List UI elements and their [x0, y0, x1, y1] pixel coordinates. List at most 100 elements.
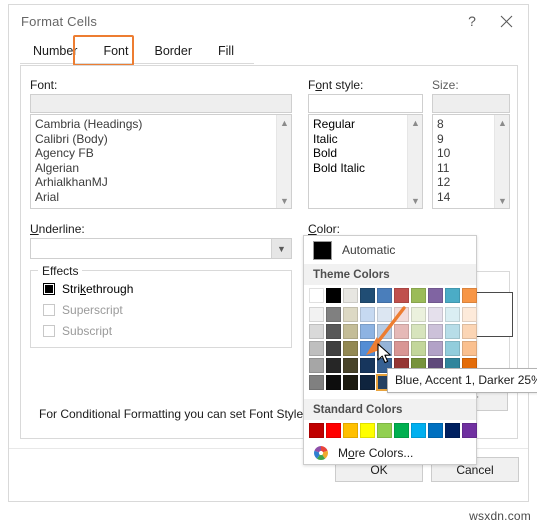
- color-swatch[interactable]: [427, 422, 444, 439]
- color-swatch[interactable]: [427, 306, 444, 323]
- color-swatch[interactable]: [393, 340, 410, 357]
- color-swatch[interactable]: [376, 422, 393, 439]
- color-swatch[interactable]: [359, 306, 376, 323]
- list-item[interactable]: Bold Italic: [309, 161, 406, 176]
- color-swatch[interactable]: [359, 287, 376, 304]
- theme-colors-row[interactable]: [308, 287, 478, 304]
- color-swatch[interactable]: [376, 340, 393, 357]
- color-swatch[interactable]: [393, 306, 410, 323]
- color-swatch[interactable]: [325, 357, 342, 374]
- chevron-up-icon[interactable]: ▲: [408, 115, 422, 130]
- font-style-listbox[interactable]: Regular Italic Bold Bold Italic ▲ ▼: [308, 114, 423, 209]
- color-swatch[interactable]: [359, 323, 376, 340]
- color-swatch[interactable]: [359, 340, 376, 357]
- color-swatch[interactable]: [393, 287, 410, 304]
- color-swatch[interactable]: [444, 306, 461, 323]
- color-swatch[interactable]: [342, 340, 359, 357]
- color-swatch[interactable]: [325, 323, 342, 340]
- color-swatch[interactable]: [325, 306, 342, 323]
- color-swatch[interactable]: [393, 323, 410, 340]
- color-swatch[interactable]: [393, 422, 410, 439]
- color-swatch[interactable]: [308, 323, 325, 340]
- close-icon[interactable]: [492, 9, 520, 33]
- list-item[interactable]: 12: [433, 175, 493, 190]
- color-swatch[interactable]: [410, 287, 427, 304]
- color-swatch[interactable]: [444, 422, 461, 439]
- underline-combo[interactable]: ▼: [30, 238, 292, 259]
- list-item[interactable]: 11: [433, 161, 493, 176]
- color-swatch[interactable]: [308, 422, 325, 439]
- color-swatch[interactable]: [308, 357, 325, 374]
- list-item[interactable]: 9: [433, 132, 493, 147]
- list-item[interactable]: Arial: [31, 190, 275, 205]
- color-swatch[interactable]: [461, 323, 478, 340]
- color-swatch[interactable]: [342, 374, 359, 391]
- color-swatch[interactable]: [410, 422, 427, 439]
- checkbox-superscript[interactable]: Superscript: [43, 303, 123, 317]
- color-swatch[interactable]: [444, 323, 461, 340]
- color-swatch[interactable]: [461, 306, 478, 323]
- color-swatch[interactable]: [410, 323, 427, 340]
- color-swatch[interactable]: [325, 422, 342, 439]
- color-swatch[interactable]: [308, 287, 325, 304]
- list-item[interactable]: Cambria (Headings): [31, 117, 275, 132]
- list-item[interactable]: Agency FB: [31, 146, 275, 161]
- color-swatch[interactable]: [376, 323, 393, 340]
- list-item[interactable]: 14: [433, 190, 493, 205]
- color-swatch[interactable]: [325, 374, 342, 391]
- color-swatch[interactable]: [342, 287, 359, 304]
- chevron-up-icon[interactable]: ▲: [495, 115, 509, 130]
- tab-number[interactable]: Number: [20, 39, 91, 64]
- help-icon[interactable]: ?: [458, 9, 486, 33]
- color-swatch[interactable]: [461, 422, 478, 439]
- color-swatch[interactable]: [444, 287, 461, 304]
- color-swatch[interactable]: [461, 287, 478, 304]
- list-item[interactable]: 8: [433, 117, 493, 132]
- list-item[interactable]: Bold: [309, 146, 406, 161]
- color-swatch[interactable]: [308, 340, 325, 357]
- chevron-down-icon[interactable]: ▼: [495, 193, 509, 208]
- color-swatch[interactable]: [410, 306, 427, 323]
- color-swatch[interactable]: [427, 287, 444, 304]
- standard-colors-row[interactable]: [308, 422, 478, 439]
- color-swatch[interactable]: [342, 306, 359, 323]
- color-swatch[interactable]: [308, 306, 325, 323]
- list-item[interactable]: Calibri (Body): [31, 132, 275, 147]
- chevron-down-icon[interactable]: ▼: [271, 239, 291, 258]
- tab-fill[interactable]: Fill: [205, 39, 247, 64]
- color-swatch[interactable]: [427, 323, 444, 340]
- color-swatch[interactable]: [427, 340, 444, 357]
- color-swatch[interactable]: [342, 323, 359, 340]
- font-input[interactable]: [30, 94, 292, 113]
- more-colors-item[interactable]: More Colors...: [304, 441, 476, 465]
- color-swatch[interactable]: [461, 340, 478, 357]
- color-automatic-item[interactable]: Automatic: [304, 236, 476, 264]
- size-input[interactable]: [432, 94, 510, 113]
- color-swatch[interactable]: [325, 340, 342, 357]
- color-swatch[interactable]: [376, 306, 393, 323]
- checkbox-strikethrough[interactable]: Strikethrough: [43, 282, 133, 296]
- color-swatch[interactable]: [359, 374, 376, 391]
- list-item[interactable]: Regular: [309, 117, 406, 132]
- chevron-down-icon[interactable]: ▼: [277, 193, 291, 208]
- size-list-scrollbar[interactable]: ▲ ▼: [494, 115, 509, 208]
- list-item[interactable]: Algerian: [31, 161, 275, 176]
- color-swatch[interactable]: [410, 340, 427, 357]
- font-style-input[interactable]: [308, 94, 423, 113]
- color-swatch[interactable]: [325, 287, 342, 304]
- tab-font[interactable]: Font: [90, 39, 142, 64]
- font-listbox[interactable]: Cambria (Headings) Calibri (Body) Agency…: [30, 114, 292, 209]
- color-swatch[interactable]: [359, 422, 376, 439]
- chevron-down-icon[interactable]: ▼: [408, 193, 422, 208]
- list-item[interactable]: Italic: [309, 132, 406, 147]
- list-item[interactable]: 10: [433, 146, 493, 161]
- color-swatch[interactable]: [308, 374, 325, 391]
- color-dropdown-menu[interactable]: Automatic Theme Colors Standard Colors M…: [303, 235, 477, 465]
- font-style-scrollbar[interactable]: ▲ ▼: [407, 115, 422, 208]
- tab-border[interactable]: Border: [141, 39, 206, 64]
- color-swatch[interactable]: [342, 357, 359, 374]
- font-list-scrollbar[interactable]: ▲ ▼: [276, 115, 291, 208]
- color-swatch[interactable]: [342, 422, 359, 439]
- size-listbox[interactable]: 8 9 10 11 12 14 ▲ ▼: [432, 114, 510, 209]
- color-swatch[interactable]: [376, 287, 393, 304]
